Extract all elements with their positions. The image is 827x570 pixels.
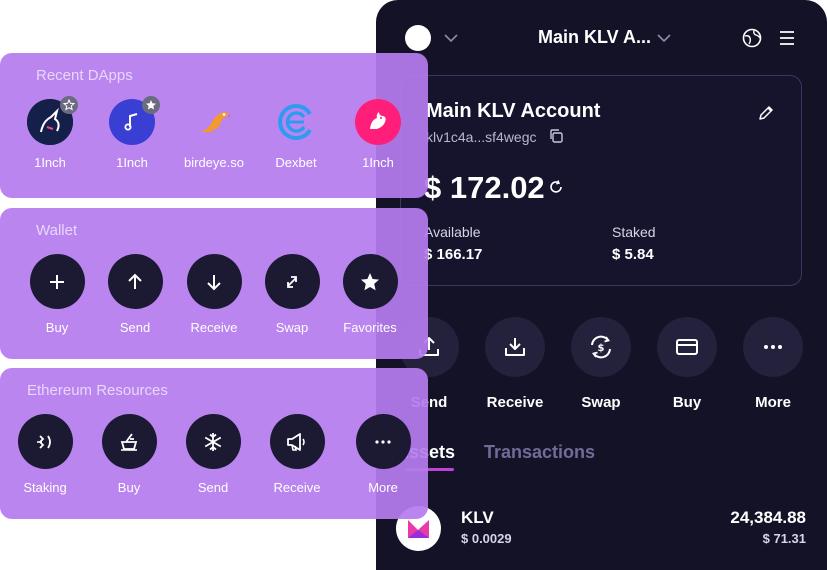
shortcut-label: Swap	[275, 320, 309, 335]
swap-dollar-icon[interactable]: $	[571, 317, 631, 377]
wallet-header: Main KLV A...	[376, 0, 827, 76]
total-balance: $ 172.02	[424, 170, 545, 205]
wallet-shortcuts-panel: Wallet Buy Send Receive Swap Favorites	[0, 208, 428, 359]
action-label: Buy	[672, 394, 702, 411]
staked-label: Staked	[612, 224, 656, 240]
shortcut-label: Buy	[45, 320, 69, 335]
action-label: Receive	[486, 394, 544, 411]
bird-icon	[191, 99, 237, 145]
action-receive[interactable]: Receive	[470, 317, 560, 411]
shortcut-label: Favorites	[343, 320, 397, 335]
wallet-tabs: Assets Transactions	[376, 438, 827, 478]
resource-send[interactable]: Send	[173, 414, 253, 495]
action-label: More	[755, 394, 791, 411]
resource-receive[interactable]: Receive	[257, 414, 337, 495]
more-icon[interactable]	[743, 317, 803, 377]
dapp-item[interactable]: 1Inch	[92, 96, 172, 170]
shortcut-buy[interactable]: Buy	[17, 254, 97, 335]
star-icon[interactable]	[342, 254, 398, 309]
panel-title: Ethereum Resources	[27, 382, 168, 399]
credit-card-icon[interactable]	[657, 317, 717, 377]
menu-icon[interactable]	[778, 29, 796, 47]
svg-text:$: $	[598, 343, 605, 354]
dapp-label: Dexbet	[275, 155, 317, 170]
action-label: Swap	[581, 394, 621, 411]
token-row[interactable]: KLV $ 0.0029 24,384.88 $ 71.31	[376, 500, 827, 560]
resource-more[interactable]: More	[343, 414, 423, 495]
chevron-down-icon[interactable]	[657, 33, 671, 43]
ethereum-resources-panel: Ethereum Resources Staking Buy Send Rece…	[0, 368, 428, 519]
account-address: klv1c4a...sf4wegc	[426, 129, 537, 145]
dapp-item[interactable]: 1Inch	[338, 99, 418, 170]
action-swap[interactable]: $ Swap	[556, 317, 646, 411]
arrow-up-icon[interactable]	[107, 254, 163, 309]
token-symbol: KLV	[461, 508, 494, 527]
plus-icon[interactable]	[29, 254, 85, 309]
snowflake-icon[interactable]	[185, 414, 241, 469]
resource-label: Staking	[23, 480, 67, 495]
globe-icon[interactable]	[742, 28, 762, 48]
dapp-label: 1Inch	[116, 155, 148, 170]
staked-value: $ 5.84	[612, 246, 654, 263]
panel-title: Recent DApps	[36, 67, 133, 84]
favorite-badge-icon[interactable]	[60, 96, 78, 114]
dapp-label: birdeye.so	[184, 155, 244, 170]
shortcut-label: Send	[119, 320, 151, 335]
refresh-icon[interactable]	[548, 179, 564, 195]
music-note-icon	[109, 96, 160, 145]
panel-title: Wallet	[36, 222, 78, 239]
arrow-down-icon[interactable]	[186, 254, 242, 309]
shortcut-label: Receive	[190, 320, 238, 335]
uniswap-icon	[355, 99, 401, 145]
edit-icon[interactable]	[757, 104, 775, 122]
download-icon[interactable]	[485, 317, 545, 377]
account-avatar[interactable]	[405, 25, 431, 51]
chevron-down-icon[interactable]	[444, 33, 458, 43]
resource-label: More	[368, 480, 398, 495]
dapp-item[interactable]: 1Inch	[10, 96, 90, 170]
dapp-label: 1Inch	[34, 155, 66, 170]
swap-icon[interactable]	[264, 254, 320, 309]
favorite-badge-icon[interactable]	[142, 96, 160, 114]
action-buy[interactable]: Buy	[642, 317, 732, 411]
available-label: Available	[424, 224, 481, 240]
account-name: Main KLV Account	[426, 100, 601, 122]
dapp-item[interactable]: Dexbet	[256, 99, 336, 170]
resource-label: Send	[197, 480, 229, 495]
action-more[interactable]: More	[728, 317, 818, 411]
resource-label: Receive	[273, 480, 321, 495]
shortcut-receive[interactable]: Receive	[174, 254, 254, 335]
unicorn-icon	[27, 96, 78, 145]
token-amount: 24,384.88	[730, 508, 806, 527]
token-price: $ 0.0029	[461, 531, 512, 546]
bucket-icon[interactable]	[101, 414, 157, 469]
megaphone-icon[interactable]	[269, 414, 325, 469]
shortcut-favorites[interactable]: Favorites	[330, 254, 410, 335]
dexbet-icon	[273, 99, 319, 145]
resource-label: Buy	[117, 480, 141, 495]
dapp-label: 1Inch	[362, 155, 394, 170]
copy-icon[interactable]	[548, 128, 564, 144]
resource-buy[interactable]: Buy	[89, 414, 169, 495]
tab-transactions[interactable]: Transactions	[484, 442, 595, 463]
dapp-item[interactable]: birdeye.so	[174, 99, 254, 170]
resource-staking[interactable]: Staking	[5, 414, 85, 495]
shortcut-send[interactable]: Send	[95, 254, 175, 335]
more-icon[interactable]	[355, 414, 411, 469]
account-selector[interactable]: Main KLV A...	[538, 27, 651, 48]
staking-icon[interactable]	[17, 414, 73, 469]
available-value: $ 166.17	[424, 246, 483, 263]
recent-dapps-panel: Recent DApps 1Inch 1Inch birdeye.so Dexb…	[0, 53, 428, 198]
shortcut-swap[interactable]: Swap	[252, 254, 332, 335]
token-fiat-value: $ 71.31	[762, 531, 806, 546]
